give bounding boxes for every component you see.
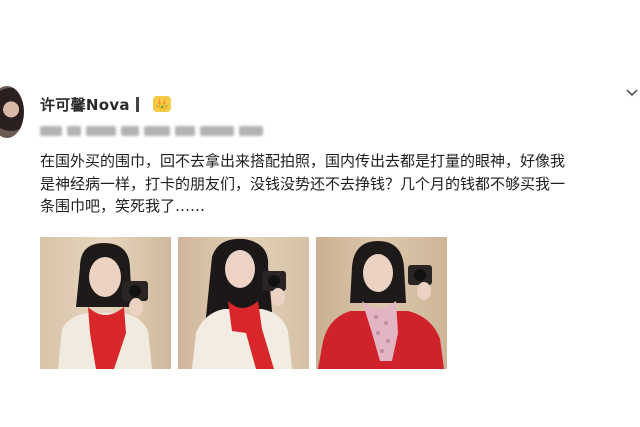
post-photo-1[interactable] [40,237,171,369]
post-text: 在国外买的围巾，回不去拿出来搭配拍照，国内传出去都是打量的眼神，好像我 是神经病… [40,150,640,218]
photo-illustration [192,238,292,369]
verified-icon: 👑 [153,96,171,112]
post-meta-blurred [40,124,265,137]
avatar[interactable] [0,86,24,138]
post-text-line: 在国外买的围巾，回不去拿出来搭配拍照，国内传出去都是打量的眼神，好像我 [40,152,566,170]
post-photo-2[interactable] [178,237,309,369]
username[interactable]: 许可馨Nova [40,94,139,115]
photo-illustration [318,241,444,369]
name-separator [135,97,139,112]
weibo-post: 许可馨Nova 👑 在国外买的围巾，回不去拿出来搭配拍照，国内传出去都是打量的眼… [0,0,640,427]
post-text-line: 是神经病一样，打卡的朋友们，没钱没势还不去挣钱？几个月的钱都不够买我一 [40,174,566,193]
post-photo-3[interactable] [316,237,447,369]
photo-illustration [58,243,152,369]
post-text-line: 条围巾吧，笑死我了…… [40,197,206,215]
username-text[interactable]: 许可馨Nova [40,96,130,114]
chevron-down-icon[interactable] [624,86,640,100]
badge-glyph: 👑 [155,97,169,111]
